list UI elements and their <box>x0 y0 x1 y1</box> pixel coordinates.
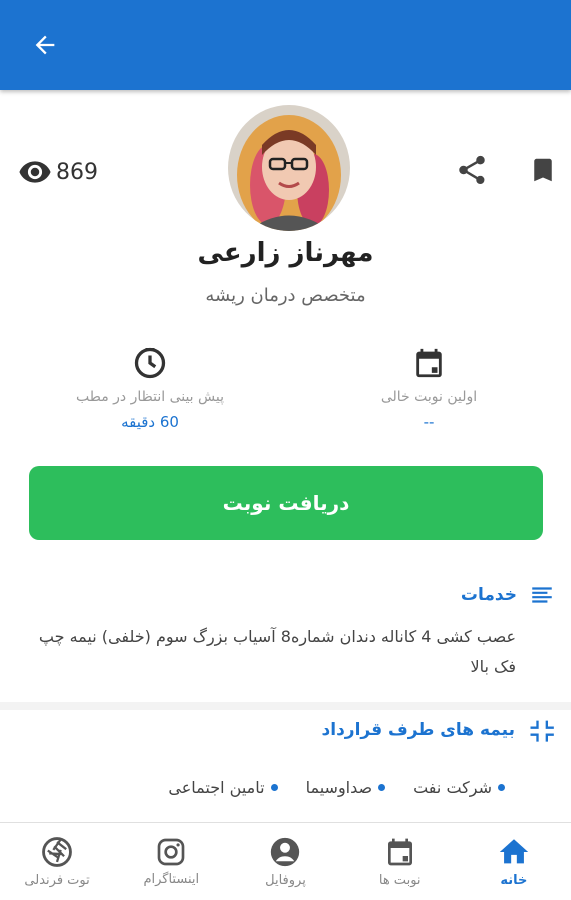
view-count: 869 <box>18 155 98 189</box>
timer-icon <box>134 347 166 379</box>
nav-profile[interactable]: پروفایل <box>228 823 342 900</box>
share-button[interactable] <box>452 150 492 190</box>
home-icon <box>499 839 529 864</box>
services-text: عصب کشی 4 کاناله دندان شماره8 آسیاب بزرگ… <box>38 627 516 676</box>
insurance-header: بیمه های طرف قرارداد <box>322 716 555 744</box>
list-icon <box>532 587 552 603</box>
wait-time-label: پیش بینی انتظار در مطب <box>75 389 225 405</box>
first-slot-label: اولین نوبت خالی <box>380 389 478 405</box>
nav-appointments[interactable]: نوبت ها <box>343 823 457 900</box>
bookmark-icon <box>534 158 552 182</box>
wait-time-stat: پیش بینی انتظار در مطب 60 دقیقه <box>40 343 260 431</box>
first-slot-stat: اولین نوبت خالی -- <box>319 343 539 431</box>
insurance-item: تامین اجتماعی <box>168 778 278 797</box>
aperture-icon <box>42 837 72 867</box>
get-appointment-button[interactable]: دریافت نوبت <box>29 466 543 540</box>
account-icon <box>271 837 300 867</box>
collapse-icon[interactable] <box>527 716 555 744</box>
first-slot-value: -- <box>423 413 435 431</box>
app-bar <box>0 0 571 90</box>
section-divider <box>0 702 571 710</box>
insurance-item: شرکت نفت <box>413 778 505 797</box>
insurance-title: بیمه های طرف قرارداد <box>321 720 515 740</box>
calendar-icon <box>387 838 412 866</box>
nav-friendly[interactable]: توت فرندلی <box>0 823 114 900</box>
arrow-left-icon <box>35 35 55 55</box>
share-icon <box>459 155 485 185</box>
nav-home[interactable]: خانه <box>457 823 571 900</box>
services-title: خدمات <box>460 585 517 605</box>
insurance-item: صداوسیما <box>306 778 386 797</box>
doctor-name: مهرناز زارعی <box>197 238 374 268</box>
calendar-icon <box>416 348 442 378</box>
bookmark-button[interactable] <box>523 150 563 190</box>
eye-icon <box>19 161 51 183</box>
view-count-value: 869 <box>56 159 98 185</box>
services-header: خدمات <box>461 582 555 608</box>
doctor-specialty: متخصص درمان ریشه <box>205 285 366 306</box>
wait-time-value: 60 دقیقه <box>121 413 179 431</box>
instagram-icon <box>157 838 185 866</box>
insurance-list: شرکت نفت صداوسیما تامین اجتماعی <box>168 778 505 797</box>
back-button[interactable] <box>26 26 64 64</box>
doctor-avatar <box>228 105 350 231</box>
nav-instagram[interactable]: اینستاگرام <box>114 823 228 900</box>
bottom-navigation: خانه نوبت ها پروفایل اینستاگرام توت فرند… <box>0 822 571 900</box>
